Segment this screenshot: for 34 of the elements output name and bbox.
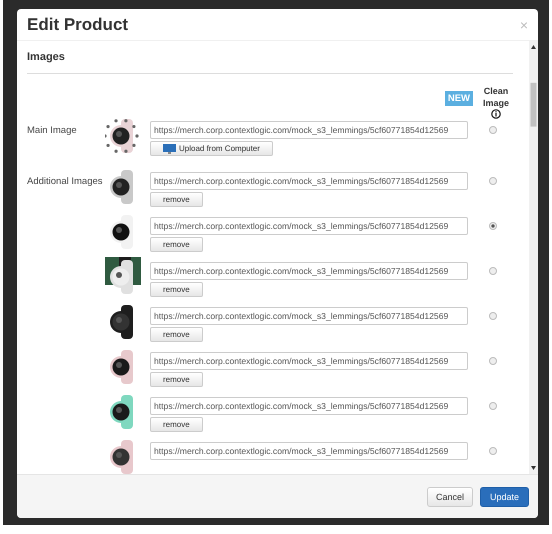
remove-button[interactable]: remove [150, 237, 203, 252]
radio-button[interactable] [489, 126, 497, 134]
remove-button[interactable]: remove [150, 282, 203, 297]
field-label: Additional Images [27, 176, 104, 187]
remove-button[interactable]: remove [150, 192, 203, 207]
url-field[interactable]: https://merch.corp.contextlogic.com/mock_s3_lemmings/5cf60771854d12569 [150, 352, 468, 370]
url-field[interactable]: https://merch.corp.contextlogic.com/mock_s3_lemmings/5cf60771854d12569 [150, 121, 468, 139]
radio-button[interactable] [489, 177, 497, 185]
url-field[interactable]: https://merch.corp.contextlogic.com/mock_s3_lemmings/5cf60771854d12569 [150, 307, 468, 325]
section-title: Images [27, 51, 513, 74]
url-field[interactable]: https://merch.corp.contextlogic.com/mock_s3_lemmings/5cf60771854d12569 [150, 172, 468, 190]
url-field[interactable]: https://merch.corp.contextlogic.com/mock_s3_lemmings/5cf60771854d12569 [150, 442, 468, 460]
url-field[interactable]: https://merch.corp.contextlogic.com/mock_s3_lemmings/5cf60771854d12569 [150, 217, 468, 235]
update-button[interactable]: Update [480, 486, 529, 506]
upload-button[interactable]: Upload from Computer [150, 141, 273, 156]
field-label: Main Image [27, 125, 78, 136]
radio-button[interactable] [489, 447, 497, 455]
remove-button[interactable]: remove [150, 417, 203, 432]
new-badge: NEW [444, 91, 473, 106]
radio-button[interactable] [489, 312, 497, 320]
monitor-icon [163, 144, 176, 154]
radio-button[interactable] [489, 357, 497, 365]
dialog-title: Edit Product [27, 14, 128, 34]
url-field[interactable]: https://merch.corp.contextlogic.com/mock_s3_lemmings/5cf60771854d12569 [150, 397, 468, 415]
url-field[interactable]: https://merch.corp.contextlogic.com/mock_s3_lemmings/5cf60771854d12569 [150, 262, 468, 280]
column-header: Clean Image [482, 85, 510, 109]
radio-button[interactable] [489, 402, 497, 410]
radio-button[interactable] [489, 267, 497, 275]
cancel-button[interactable]: Cancel [426, 486, 473, 506]
scrollbar[interactable] [529, 41, 538, 474]
remove-button[interactable]: remove [150, 372, 203, 387]
radio-button[interactable] [489, 222, 497, 230]
info-icon [491, 109, 501, 119]
remove-button[interactable]: remove [150, 327, 203, 342]
